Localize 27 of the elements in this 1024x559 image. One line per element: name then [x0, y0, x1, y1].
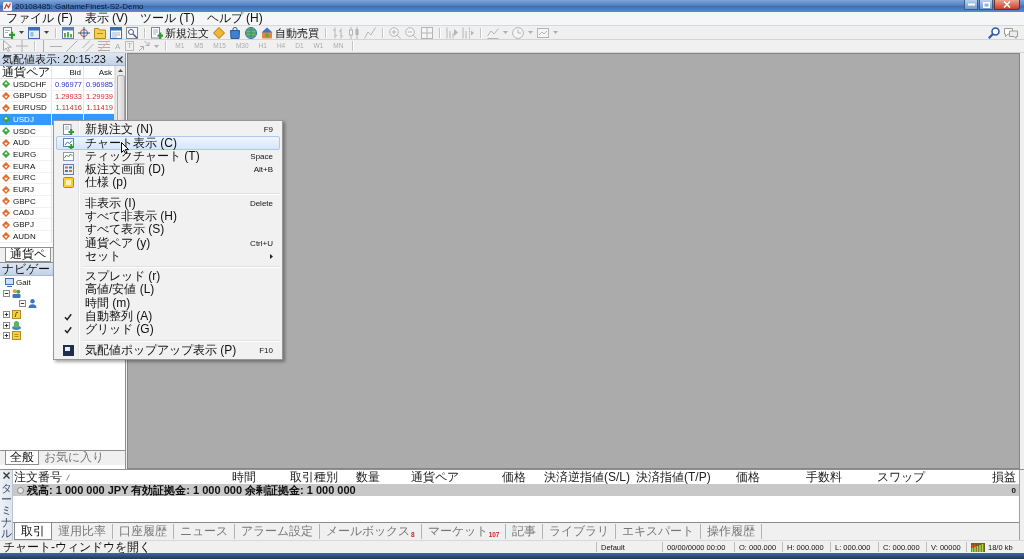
- currency-pair: EURJ: [13, 184, 34, 195]
- status-text: チャート-ウィンドウを開く: [2, 541, 152, 553]
- balance-text: 残高: 1 000 000 JPY 有効証拠金: 1 000 000 余剰証拠金: 1 000 000: [27, 484, 356, 496]
- shortcut-label: Alt+B: [253, 165, 273, 175]
- window-title: 20108485: GaitameFinest-S2-Demo: [15, 1, 144, 11]
- currency-pair: EURUSD: [13, 103, 47, 113]
- shortcut-label: Delete: [249, 198, 273, 208]
- shortcut-label: F10: [259, 345, 273, 355]
- shortcut-label: Ctrl+U: [250, 238, 273, 248]
- panel-title: ナビゲー: [2, 262, 50, 276]
- shortcut-label: F9: [263, 125, 273, 135]
- currency-pair: AUDN: [13, 231, 36, 241]
- vertical-label: ターミナル: [0, 482, 12, 539]
- currency-pair: AUD: [13, 138, 30, 148]
- currency-pair: GBPUSD: [13, 91, 47, 101]
- currency-pair: GBPC: [13, 196, 36, 206]
- currency-pair: CADJ: [13, 208, 34, 218]
- currency-pair: EURA: [13, 161, 36, 171]
- currency-pair: USDCHF: [13, 79, 47, 89]
- panel-title: 気配値表示: 20:15:23: [2, 53, 106, 65]
- currency-pair: USDC: [13, 126, 36, 136]
- currency-pair: EURC: [13, 173, 36, 183]
- shortcut-label: Space: [250, 151, 273, 161]
- profit-text: 0: [1011, 485, 1016, 495]
- currency-pair: EURG: [13, 149, 37, 160]
- currency-pair: USDJ: [13, 114, 34, 124]
- currency-pair: GBPJ: [13, 220, 34, 230]
